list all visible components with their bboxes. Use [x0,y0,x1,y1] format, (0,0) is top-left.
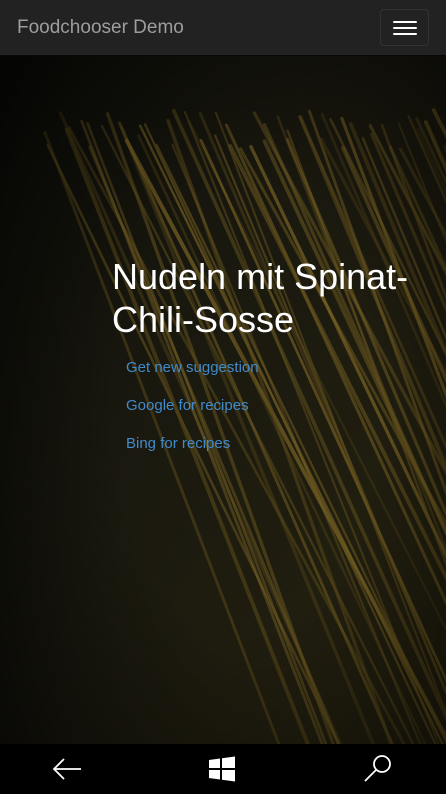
search-icon [364,755,391,782]
back-arrow-icon [52,758,81,780]
search-button[interactable] [358,752,398,786]
navbar: Foodchooser Demo [0,0,446,56]
system-navigation-bar [0,744,446,794]
app-screen: Foodchooser Demo Nudeln mit Spinat-Chili… [0,0,446,794]
bing-recipes-link[interactable]: Bing for recipes [126,435,412,453]
action-links: Get new suggestion Google for recipes Bi… [126,359,412,453]
hamburger-menu-icon [393,21,417,23]
brand-link[interactable]: Foodchooser Demo [17,16,184,40]
start-button[interactable] [202,752,242,786]
hamburger-menu-icon [393,27,417,29]
back-button[interactable] [48,752,88,786]
dish-title: Nudeln mit Spinat-Chili-Sosse [112,256,409,340]
get-new-suggestion-link[interactable]: Get new suggestion [126,359,412,377]
google-recipes-link[interactable]: Google for recipes [126,397,412,415]
navbar-toggle-button[interactable] [380,9,429,46]
suggestion-panel: Nudeln mit Spinat-Chili-Sosse Get new su… [112,255,412,473]
windows-logo-icon [209,756,235,782]
hamburger-menu-icon [393,33,417,35]
